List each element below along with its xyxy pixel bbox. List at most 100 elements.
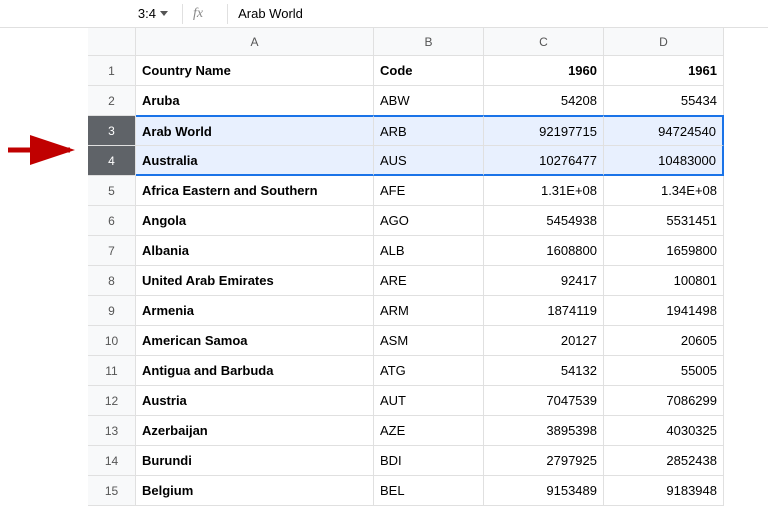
table-row: 9ArmeniaARM18741191941498 xyxy=(88,296,724,326)
cell[interactable]: Azerbaijan xyxy=(136,416,374,446)
cell[interactable]: AUT xyxy=(374,386,484,416)
row-header[interactable]: 5 xyxy=(88,176,136,206)
row-header[interactable]: 8 xyxy=(88,266,136,296)
cell[interactable]: Antigua and Barbuda xyxy=(136,356,374,386)
cell[interactable]: 92197715 xyxy=(484,115,604,146)
cell[interactable]: 10483000 xyxy=(604,146,724,176)
cell[interactable]: 3895398 xyxy=(484,416,604,446)
row-header[interactable]: 6 xyxy=(88,206,136,236)
row-header[interactable]: 10 xyxy=(88,326,136,356)
cell[interactable]: 1659800 xyxy=(604,236,724,266)
cell[interactable]: 54132 xyxy=(484,356,604,386)
cell[interactable]: Aruba xyxy=(136,86,374,116)
cell[interactable]: 1874119 xyxy=(484,296,604,326)
cell[interactable]: Belgium xyxy=(136,476,374,506)
cell[interactable]: 20605 xyxy=(604,326,724,356)
formula-input[interactable]: Arab World xyxy=(238,6,303,21)
table-row: 12AustriaAUT70475397086299 xyxy=(88,386,724,416)
table-row: 3Arab WorldARB9219771594724540 xyxy=(88,116,724,146)
cell[interactable]: 9183948 xyxy=(604,476,724,506)
table-row: 15BelgiumBEL91534899183948 xyxy=(88,476,724,506)
cell[interactable]: AUS xyxy=(374,146,484,176)
row-header[interactable]: 4 xyxy=(88,146,136,176)
cell[interactable]: Code xyxy=(374,56,484,86)
table-row: 14BurundiBDI27979252852438 xyxy=(88,446,724,476)
row-header[interactable]: 2 xyxy=(88,86,136,116)
cell[interactable]: Burundi xyxy=(136,446,374,476)
column-header-d[interactable]: D xyxy=(604,28,724,56)
cell[interactable]: Angola xyxy=(136,206,374,236)
cell[interactable]: AGO xyxy=(374,206,484,236)
cell[interactable]: AZE xyxy=(374,416,484,446)
cell[interactable]: ARM xyxy=(374,296,484,326)
cell[interactable]: United Arab Emirates xyxy=(136,266,374,296)
row-header[interactable]: 1 xyxy=(88,56,136,86)
cell[interactable]: ARB xyxy=(374,115,484,146)
cell[interactable]: 92417 xyxy=(484,266,604,296)
column-headers: A B C D xyxy=(136,28,724,56)
row-header[interactable]: 15 xyxy=(88,476,136,506)
cell[interactable]: Austria xyxy=(136,386,374,416)
cell[interactable]: ARE xyxy=(374,266,484,296)
table-row: 7AlbaniaALB16088001659800 xyxy=(88,236,724,266)
row-header[interactable]: 12 xyxy=(88,386,136,416)
table-row: 4AustraliaAUS1027647710483000 xyxy=(88,146,724,176)
table-row: 8United Arab EmiratesARE92417100801 xyxy=(88,266,724,296)
row-header[interactable]: 3 xyxy=(88,116,136,146)
cell[interactable]: 20127 xyxy=(484,326,604,356)
table-row: 6AngolaAGO54549385531451 xyxy=(88,206,724,236)
name-box[interactable]: 3:4 xyxy=(88,6,172,21)
cell[interactable]: 54208 xyxy=(484,86,604,116)
select-all-corner[interactable] xyxy=(88,28,136,56)
row-header[interactable]: 14 xyxy=(88,446,136,476)
cell[interactable]: 5454938 xyxy=(484,206,604,236)
cell[interactable]: Arab World xyxy=(136,115,374,146)
cell[interactable]: 9153489 xyxy=(484,476,604,506)
cell[interactable]: 2797925 xyxy=(484,446,604,476)
cell[interactable]: BEL xyxy=(374,476,484,506)
cell[interactable]: Australia xyxy=(136,146,374,176)
column-header-a[interactable]: A xyxy=(136,28,374,56)
cell[interactable]: 2852438 xyxy=(604,446,724,476)
cell[interactable]: American Samoa xyxy=(136,326,374,356)
cell[interactable]: ASM xyxy=(374,326,484,356)
cell[interactable]: ABW xyxy=(374,86,484,116)
cell[interactable]: 1.34E+08 xyxy=(604,176,724,206)
cell[interactable]: 7086299 xyxy=(604,386,724,416)
cell[interactable]: Armenia xyxy=(136,296,374,326)
cell[interactable]: 1961 xyxy=(604,56,724,86)
cell[interactable]: 1608800 xyxy=(484,236,604,266)
cell[interactable]: 55005 xyxy=(604,356,724,386)
fx-label: fx xyxy=(193,6,203,22)
divider xyxy=(227,4,228,24)
row-header[interactable]: 13 xyxy=(88,416,136,446)
cell[interactable]: ALB xyxy=(374,236,484,266)
cell[interactable]: 5531451 xyxy=(604,206,724,236)
cell[interactable]: 7047539 xyxy=(484,386,604,416)
cell[interactable]: 1.31E+08 xyxy=(484,176,604,206)
cell[interactable]: 100801 xyxy=(604,266,724,296)
row-header[interactable]: 7 xyxy=(88,236,136,266)
cell[interactable]: Africa Eastern and Southern xyxy=(136,176,374,206)
name-box-value: 3:4 xyxy=(138,6,156,21)
cell[interactable]: BDI xyxy=(374,446,484,476)
grid-body: 1Country NameCode196019612ArubaABW542085… xyxy=(88,56,724,506)
column-header-b[interactable]: B xyxy=(374,28,484,56)
cell[interactable]: Albania xyxy=(136,236,374,266)
cell[interactable]: 1941498 xyxy=(604,296,724,326)
cell[interactable]: ATG xyxy=(374,356,484,386)
cell[interactable]: 4030325 xyxy=(604,416,724,446)
cell[interactable]: 10276477 xyxy=(484,146,604,176)
chevron-down-icon[interactable] xyxy=(160,11,168,16)
divider xyxy=(182,4,183,24)
cell[interactable]: 94724540 xyxy=(604,115,724,146)
cell[interactable]: 55434 xyxy=(604,86,724,116)
column-header-c[interactable]: C xyxy=(484,28,604,56)
table-row: 1Country NameCode19601961 xyxy=(88,56,724,86)
cell[interactable]: AFE xyxy=(374,176,484,206)
cell[interactable]: Country Name xyxy=(136,56,374,86)
table-row: 2ArubaABW5420855434 xyxy=(88,86,724,116)
row-header[interactable]: 9 xyxy=(88,296,136,326)
cell[interactable]: 1960 xyxy=(484,56,604,86)
row-header[interactable]: 11 xyxy=(88,356,136,386)
